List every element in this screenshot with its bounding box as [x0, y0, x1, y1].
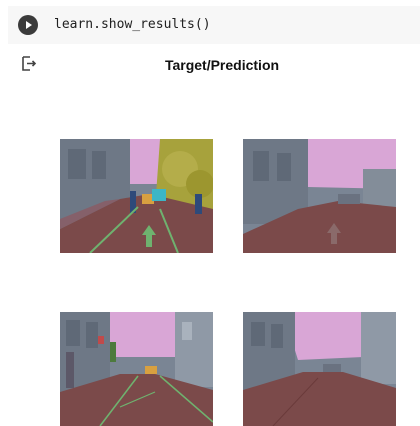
prediction-image-1: [243, 139, 396, 253]
code-cell[interactable]: learn.show_results(): [8, 6, 420, 44]
run-button[interactable]: [18, 15, 38, 35]
code-text[interactable]: learn.show_results(): [54, 17, 211, 32]
play-icon: [26, 21, 32, 29]
plot-title: Target/Prediction: [164, 57, 280, 73]
prediction-image-2: [243, 312, 396, 426]
target-image-1: [60, 139, 213, 253]
target-image-2: [60, 312, 213, 426]
